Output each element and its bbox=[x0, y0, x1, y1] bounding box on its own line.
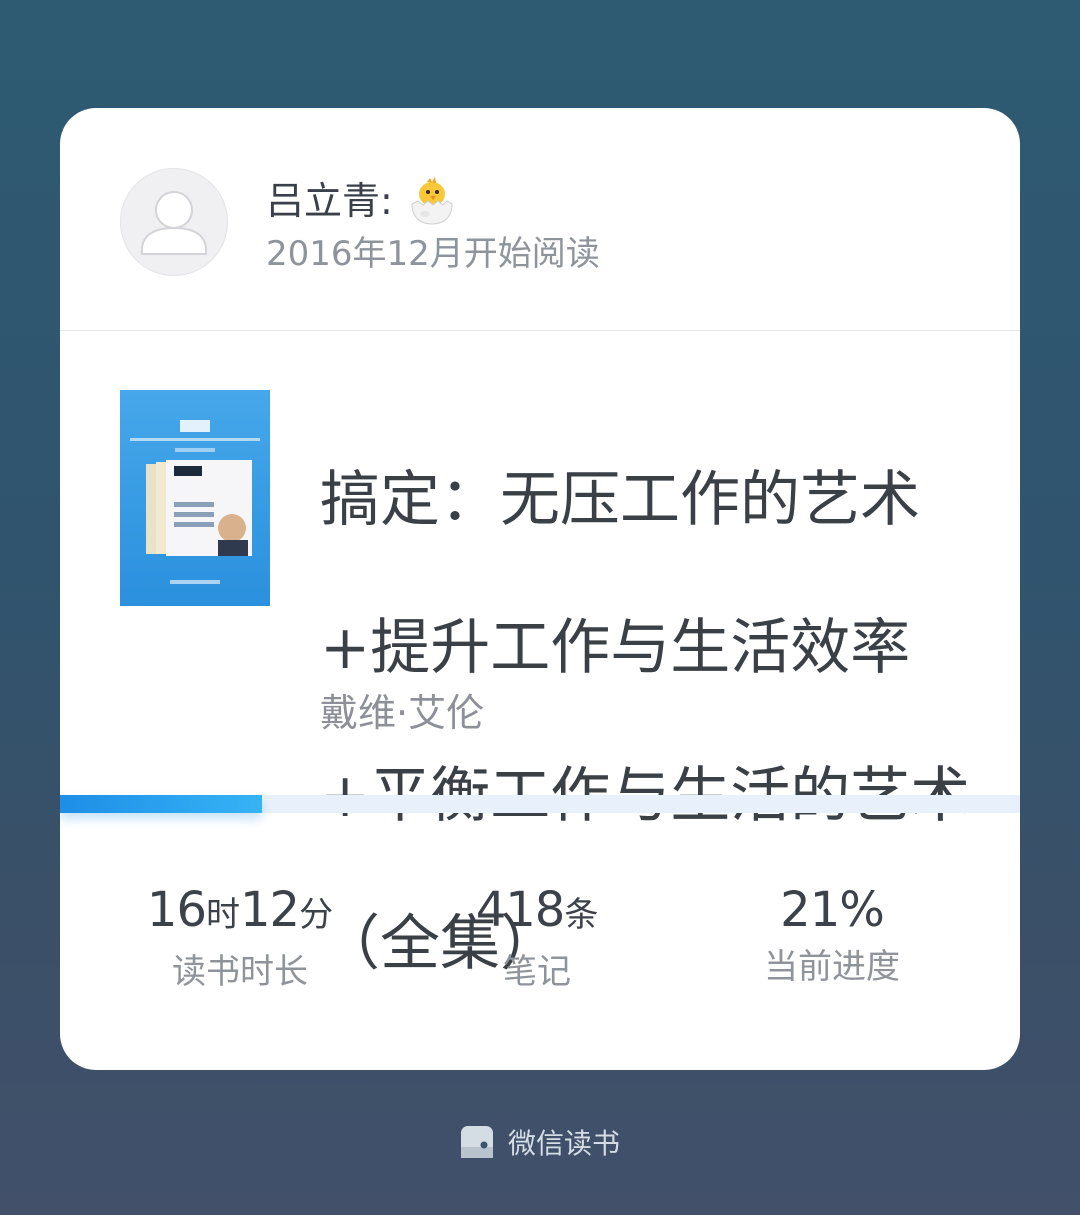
avatar[interactable] bbox=[120, 168, 228, 276]
stat-label: 当前进度 bbox=[764, 947, 900, 987]
book-author[interactable]: 戴维·艾伦 bbox=[320, 689, 484, 737]
stat-progress: 21% 当前进度 bbox=[672, 878, 992, 990]
weread-logo-icon bbox=[460, 1126, 493, 1158]
reading-card: 吕立青: 2016年12月开始阅读 搞定：无压工作的艺术 +提升工作与生活效率 … bbox=[60, 108, 1020, 1070]
stat-value: 21% bbox=[672, 878, 992, 942]
minutes-value: 12 bbox=[240, 882, 300, 938]
app-footer: 微信读书 bbox=[0, 1120, 1080, 1164]
book-title-line: +提升工作与生活效率 bbox=[320, 613, 911, 683]
stat-reading-time: 16时12分 读书时长 bbox=[80, 878, 400, 995]
book-title-line: 搞定：无压工作的艺术 bbox=[320, 465, 920, 535]
reading-progress-bar bbox=[60, 795, 1020, 813]
default-user-icon bbox=[141, 191, 207, 255]
hatching-chick-icon bbox=[411, 177, 453, 225]
reading-since: 2016年12月开始阅读 bbox=[266, 234, 600, 274]
notes-unit: 条 bbox=[564, 895, 599, 935]
book-cover-art-icon bbox=[120, 390, 270, 606]
reading-stats: 16时12分 读书时长 418条 笔记 21% 当前进度 bbox=[60, 878, 1020, 1008]
stat-label: 笔记 bbox=[503, 952, 571, 992]
hours-value: 16 bbox=[146, 882, 207, 938]
progress-value: 21% bbox=[780, 882, 885, 938]
minutes-unit: 分 bbox=[299, 895, 334, 935]
book-info[interactable]: 搞定：无压工作的艺术 +提升工作与生活效率 +平衡工作与生活的艺术 （全集） 戴… bbox=[60, 331, 1020, 979]
book-cover[interactable] bbox=[120, 390, 270, 606]
user-name-text: 吕立青: bbox=[266, 179, 393, 223]
stat-notes: 418条 笔记 bbox=[377, 878, 697, 995]
stat-label: 读书时长 bbox=[172, 952, 308, 992]
notes-value: 418 bbox=[475, 882, 566, 938]
hours-unit: 时 bbox=[206, 895, 240, 935]
reading-progress-fill bbox=[60, 795, 262, 813]
user-header: 吕立青: 2016年12月开始阅读 bbox=[60, 108, 1020, 331]
user-name[interactable]: 吕立青: bbox=[266, 174, 459, 228]
stat-value: 16时12分 bbox=[80, 878, 400, 947]
app-name: 微信读书 bbox=[507, 1127, 620, 1160]
stat-value: 418条 bbox=[377, 878, 697, 947]
